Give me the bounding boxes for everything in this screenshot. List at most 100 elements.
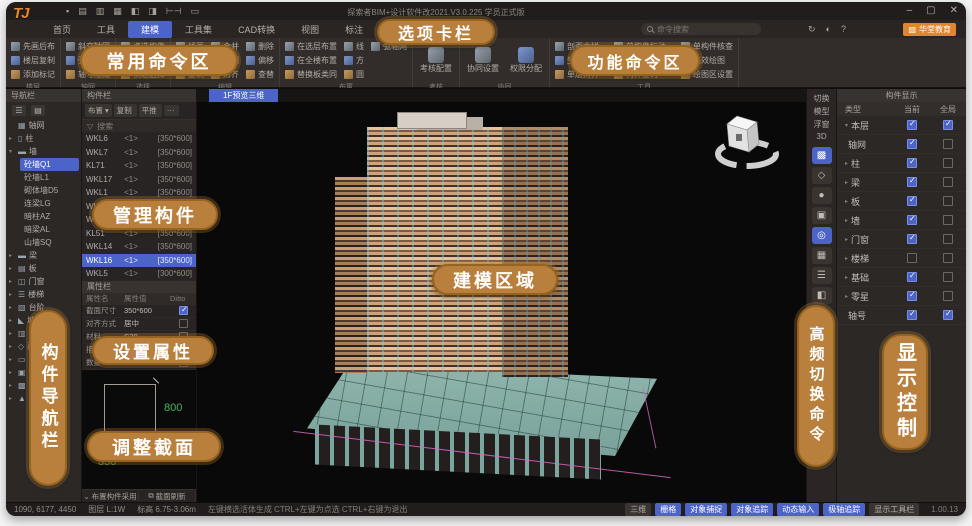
- status-toggle-button[interactable]: 对象捕捉: [685, 503, 727, 516]
- expand-arrow-icon[interactable]: ▸: [845, 255, 848, 262]
- view-mode-icon[interactable]: ☰: [12, 105, 26, 116]
- switch-icon-button[interactable]: ▦: [812, 247, 832, 264]
- global-visibility-checkbox[interactable]: [943, 177, 953, 187]
- global-visibility-checkbox[interactable]: [943, 158, 953, 168]
- global-visibility-checkbox[interactable]: [943, 291, 953, 301]
- tree-item[interactable]: ▦ 轴网: [6, 119, 81, 132]
- switch-icon-button[interactable]: ●: [812, 187, 832, 204]
- tree-item[interactable]: ▸ ☰ 楼梯: [6, 288, 81, 301]
- expand-arrow-icon[interactable]: ▸: [845, 217, 848, 224]
- component-list-item[interactable]: WKL14 <1> [350*600]: [82, 240, 196, 254]
- expand-arrow-icon[interactable]: ▸: [845, 274, 848, 281]
- quick-access-icon[interactable]: ⊢⊣: [166, 7, 182, 16]
- quick-access-icon[interactable]: ▥: [96, 7, 105, 16]
- expand-arrow-icon[interactable]: ▸: [9, 343, 15, 350]
- status-toggle-button[interactable]: 栅格: [655, 503, 681, 516]
- component-toolbar-button[interactable]: 平推: [139, 104, 162, 117]
- current-visibility-checkbox[interactable]: [907, 177, 917, 187]
- expand-arrow-icon[interactable]: ▸: [9, 135, 15, 142]
- edu-badge[interactable]: ▨ 华堂教育: [903, 23, 956, 36]
- property-value[interactable]: 350*600: [124, 306, 171, 315]
- global-visibility-checkbox[interactable]: [943, 215, 953, 225]
- expand-arrow-icon[interactable]: ▸: [845, 198, 848, 205]
- expand-arrow-icon[interactable]: ▾: [845, 122, 848, 129]
- ribbon-command[interactable]: 权限分配: [508, 40, 544, 81]
- footer-button[interactable]: ⌄布置构件采用: [82, 490, 139, 502]
- tree-item[interactable]: ▸ ▬ 梁: [6, 249, 81, 262]
- ditto-checkbox[interactable]: [179, 319, 188, 328]
- switch-icon-button[interactable]: ◇: [812, 167, 832, 184]
- switch-icon-button[interactable]: ◎: [812, 227, 832, 244]
- command-search-input[interactable]: 命令搜索: [641, 23, 761, 35]
- ribbon-command[interactable]: 替换板类同: [285, 68, 337, 81]
- current-visibility-checkbox[interactable]: [907, 272, 917, 282]
- view-mode-icon[interactable]: ▤: [31, 105, 45, 116]
- expand-arrow-icon[interactable]: ▸: [845, 160, 848, 167]
- utility-icon[interactable]: ↻: [808, 24, 816, 35]
- ribbon-command[interactable]: 在全楼布置: [285, 54, 337, 67]
- ribbon-tab[interactable]: CAD转换: [225, 21, 288, 38]
- ribbon-command[interactable]: 删除: [246, 40, 274, 53]
- current-visibility-checkbox[interactable]: [907, 215, 917, 225]
- current-visibility-checkbox[interactable]: [907, 196, 917, 206]
- ribbon-tab[interactable]: 标注: [332, 21, 376, 38]
- ribbon-tab[interactable]: 首页: [40, 21, 84, 38]
- component-list-item[interactable]: WKL1 <1> [350*600]: [82, 186, 196, 200]
- global-visibility-checkbox[interactable]: [943, 196, 953, 206]
- component-list-item[interactable]: WKL16 <1> [350*600]: [82, 254, 196, 268]
- ribbon-command[interactable]: 圆: [344, 68, 364, 81]
- ribbon-command[interactable]: 方: [344, 54, 364, 67]
- quick-access-icon[interactable]: ▦: [113, 7, 122, 16]
- switch-icon-button[interactable]: ◧: [812, 287, 832, 304]
- status-toggle-button[interactable]: 极轴追踪: [823, 503, 865, 516]
- tree-item[interactable]: ▸ ▤ 板: [6, 262, 81, 275]
- ribbon-command[interactable]: 查替: [246, 68, 274, 81]
- property-row[interactable]: 对齐方式 居中: [82, 318, 196, 331]
- tree-subitem[interactable]: 砌体墙D5: [20, 184, 79, 197]
- tree-subitem[interactable]: 连梁LG: [20, 197, 79, 210]
- tree-subitem[interactable]: 暗梁AL: [20, 223, 79, 236]
- component-toolbar-button[interactable]: 布置▾: [85, 104, 112, 117]
- status-toggle-button[interactable]: 动态输入: [777, 503, 819, 516]
- component-list-item[interactable]: WKL6 <1> [350*600]: [82, 132, 196, 146]
- tree-subitem[interactable]: 砼墙Q1: [20, 158, 79, 171]
- current-visibility-checkbox[interactable]: [907, 158, 917, 168]
- ribbon-command[interactable]: 添加标记: [11, 68, 55, 81]
- switch-text-button[interactable]: 浮窗: [814, 119, 830, 132]
- app-logo[interactable]: TJ: [13, 5, 39, 31]
- tree-subitem[interactable]: 山墙SQ: [20, 236, 79, 249]
- ribbon-tab[interactable]: 建模: [128, 21, 172, 38]
- expand-arrow-icon[interactable]: ▸: [9, 304, 15, 311]
- expand-arrow-icon[interactable]: ▸: [9, 330, 15, 337]
- ribbon-command[interactable]: 协同设置: [465, 40, 501, 81]
- tree-subitem[interactable]: 砼墙L1: [20, 171, 79, 184]
- tree-item[interactable]: ▸ ◫ 门窗: [6, 275, 81, 288]
- component-list-item[interactable]: WKL7 <1> [350*600]: [82, 146, 196, 160]
- tree-subitem[interactable]: 暗柱AZ: [20, 210, 79, 223]
- view-cube[interactable]: [710, 110, 784, 172]
- status-toggle-button[interactable]: 显示工具栏: [869, 503, 919, 516]
- current-visibility-checkbox[interactable]: [907, 120, 917, 130]
- property-value[interactable]: 居中: [124, 318, 171, 329]
- component-toolbar-button[interactable]: 复制: [114, 104, 137, 117]
- ribbon-command[interactable]: 线: [344, 40, 364, 53]
- ribbon-command[interactable]: 在选层布置: [285, 40, 337, 53]
- window-control-button[interactable]: –: [907, 4, 913, 18]
- global-visibility-checkbox[interactable]: [943, 234, 953, 244]
- viewport-canvas[interactable]: [197, 102, 806, 502]
- status-toggle-button[interactable]: 三维: [625, 503, 651, 516]
- tree-item[interactable]: ▾ ▬ 墙: [6, 145, 81, 158]
- window-control-button[interactable]: ✕: [950, 4, 958, 18]
- expand-arrow-icon[interactable]: ▸: [9, 356, 15, 363]
- quick-access-icon[interactable]: ◧: [131, 7, 140, 16]
- window-control-button[interactable]: ▢: [926, 4, 935, 18]
- expand-arrow-icon[interactable]: ▸: [9, 395, 15, 402]
- ribbon-command[interactable]: 考核配置: [418, 40, 454, 81]
- global-visibility-checkbox[interactable]: [943, 139, 953, 149]
- ribbon-tab[interactable]: 视图: [288, 21, 332, 38]
- ditto-checkbox[interactable]: [179, 306, 188, 315]
- switch-text-button[interactable]: 3D: [814, 131, 830, 144]
- quick-access-icon[interactable]: ▭: [190, 7, 199, 16]
- global-visibility-checkbox[interactable]: [943, 272, 953, 282]
- expand-arrow-icon[interactable]: ▸: [9, 291, 15, 298]
